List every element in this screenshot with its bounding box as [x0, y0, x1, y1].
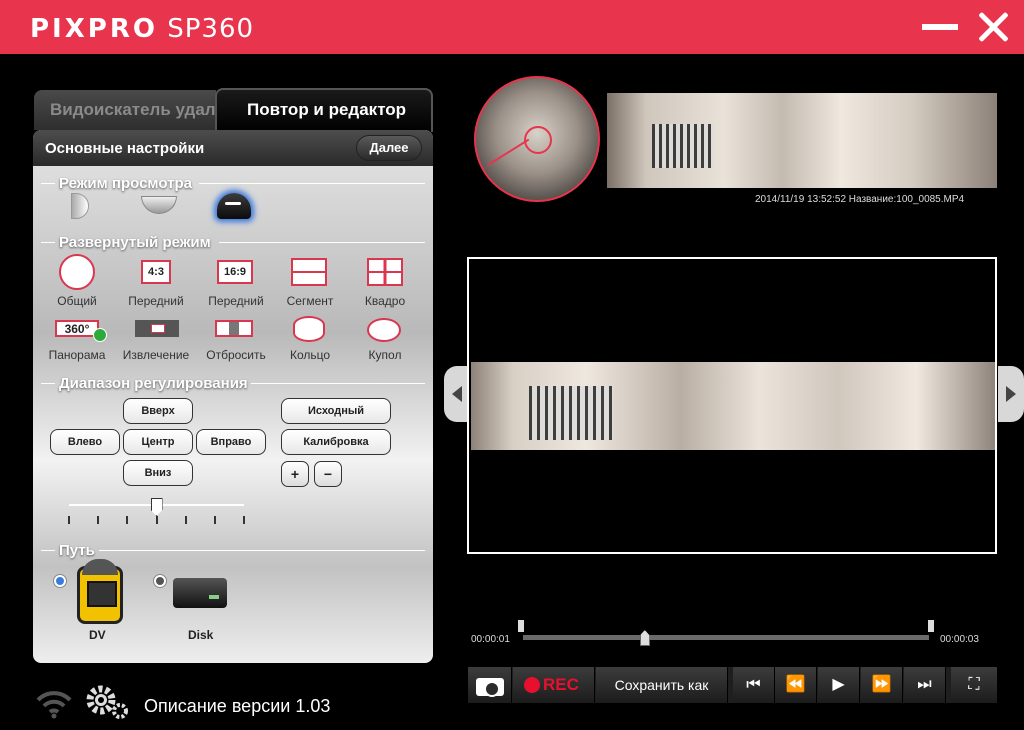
camera-snapshot-icon[interactable]: [468, 667, 512, 703]
slider-tick: [155, 516, 158, 524]
app-brand: PIXPRO: [30, 14, 158, 44]
save-as-button[interactable]: Сохранить как: [596, 667, 728, 703]
time-start: 00:00:01: [471, 634, 510, 645]
expand-mode-label: Купол: [368, 348, 402, 362]
next-button[interactable]: Далее: [356, 135, 422, 161]
calibrate-button[interactable]: Калибровка: [281, 429, 391, 455]
divider: [41, 383, 55, 384]
camera-dv-icon[interactable]: [77, 559, 123, 624]
divider: [219, 242, 425, 243]
expand-mode-label: Общий: [57, 294, 97, 308]
record-button[interactable]: REC: [513, 667, 595, 703]
test-chart-image: [652, 124, 714, 168]
ring-icon: [293, 316, 325, 342]
divider: [41, 550, 55, 551]
version-description[interactable]: Описание версии 1.03: [144, 696, 330, 717]
down-button[interactable]: Вниз: [123, 460, 193, 486]
tab-editor[interactable]: Повтор и редактор: [215, 88, 433, 132]
time-end: 00:00:03: [940, 634, 979, 645]
panel-title: Основные настройки: [45, 140, 205, 157]
selected-check-icon: [93, 328, 107, 342]
test-chart-image: [529, 386, 613, 440]
tab-viewfinder[interactable]: Видоискатель удал: [34, 90, 216, 130]
gear-icon[interactable]: [84, 684, 130, 720]
front-4-3-icon: 4:3: [141, 260, 171, 284]
rec-label: REC: [543, 675, 579, 694]
disk-label: Disk: [188, 628, 214, 642]
app-title: PIXPRO SP360: [30, 14, 254, 44]
zoom-slider-thumb[interactable]: [150, 498, 163, 516]
dv-radio[interactable]: [53, 574, 67, 588]
expand-mode-label: Передний: [128, 294, 184, 308]
dome-icon: [367, 318, 401, 342]
front-16-9-icon: 16:9: [217, 260, 253, 284]
view-mode-front-icon[interactable]: [71, 193, 89, 219]
divider: [41, 242, 55, 243]
skip-to-start-icon[interactable]: ⏮: [733, 667, 775, 703]
expand-mode-label: Квадро: [364, 294, 406, 308]
trim-start-marker[interactable]: [518, 620, 524, 632]
fisheye-direction-line: [487, 138, 530, 166]
timeline-track[interactable]: [523, 635, 929, 640]
disk-drive-icon[interactable]: [173, 578, 227, 608]
fisheye-navigator[interactable]: [474, 76, 600, 202]
section-expand-mode: Развернутый режим: [59, 234, 211, 251]
expand-mode-label: Кольцо: [289, 348, 331, 362]
settings-panel: Основные настройки Далее Режим просмотра…: [33, 130, 433, 663]
app-model: SP360: [167, 14, 255, 44]
segment-icon: [291, 258, 327, 286]
title-bar: PIXPRO SP360: [0, 0, 1024, 54]
panorama-thumbnail: [607, 93, 997, 188]
disk-radio[interactable]: [153, 574, 167, 588]
zoom-in-icon[interactable]: +: [281, 461, 309, 487]
skip-to-end-icon[interactable]: ⏭: [904, 667, 946, 703]
trim-end-marker[interactable]: [928, 620, 934, 632]
slider-tick: [126, 516, 129, 524]
fast-forward-icon[interactable]: ⏩: [861, 667, 903, 703]
expand-mode-label: Сегмент: [286, 294, 334, 308]
view-mode-ceiling-icon[interactable]: [141, 196, 177, 214]
view-mode-dome-icon[interactable]: [217, 193, 251, 219]
right-button[interactable]: Вправо: [196, 429, 266, 455]
panorama-view: [471, 362, 995, 450]
wifi-icon[interactable]: [34, 684, 74, 720]
next-arrow-icon[interactable]: [998, 366, 1024, 422]
general-circle-icon: [59, 254, 95, 290]
fullscreen-icon[interactable]: ⛶: [951, 667, 997, 703]
panel-header: Основные настройки Далее: [33, 130, 433, 166]
play-icon[interactable]: ▶: [818, 667, 860, 703]
slider-tick: [184, 516, 187, 524]
original-button[interactable]: Исходный: [281, 398, 391, 424]
divider: [199, 183, 425, 184]
zoom-out-icon[interactable]: −: [314, 461, 342, 487]
main-preview: [467, 257, 997, 554]
section-view-mode: Режим просмотра: [59, 175, 192, 192]
left-button[interactable]: Влево: [50, 429, 120, 455]
close-button[interactable]: [976, 10, 1010, 44]
timeline-playhead[interactable]: [639, 630, 650, 646]
slider-tick: [213, 516, 216, 524]
divider: [251, 383, 425, 384]
center-button[interactable]: Центр: [123, 429, 193, 455]
divider: [41, 183, 55, 184]
divider: [99, 550, 425, 551]
discard-icon: [215, 320, 253, 337]
section-path: Путь: [59, 542, 95, 559]
expand-mode-label: Извлечение: [122, 348, 190, 362]
quad-icon: [367, 258, 403, 286]
up-button[interactable]: Вверх: [123, 398, 193, 424]
file-info: 2014/11/19 13:52:52 Название:100_0085.MP…: [755, 194, 965, 205]
slider-tick: [243, 516, 245, 524]
rewind-icon[interactable]: ⏪: [775, 667, 817, 703]
expand-mode-label: Панорама: [48, 348, 106, 362]
minimize-button[interactable]: [922, 24, 958, 30]
section-adjust-range: Диапазон регулирования: [59, 375, 248, 392]
slider-tick: [97, 516, 100, 524]
dv-label: DV: [89, 628, 106, 642]
extract-icon: [135, 320, 179, 337]
slider-tick: [68, 516, 70, 524]
playback-controls: REC Сохранить как ⏮ ⏪ ▶ ⏩ ⏭ ⛶: [468, 667, 997, 703]
